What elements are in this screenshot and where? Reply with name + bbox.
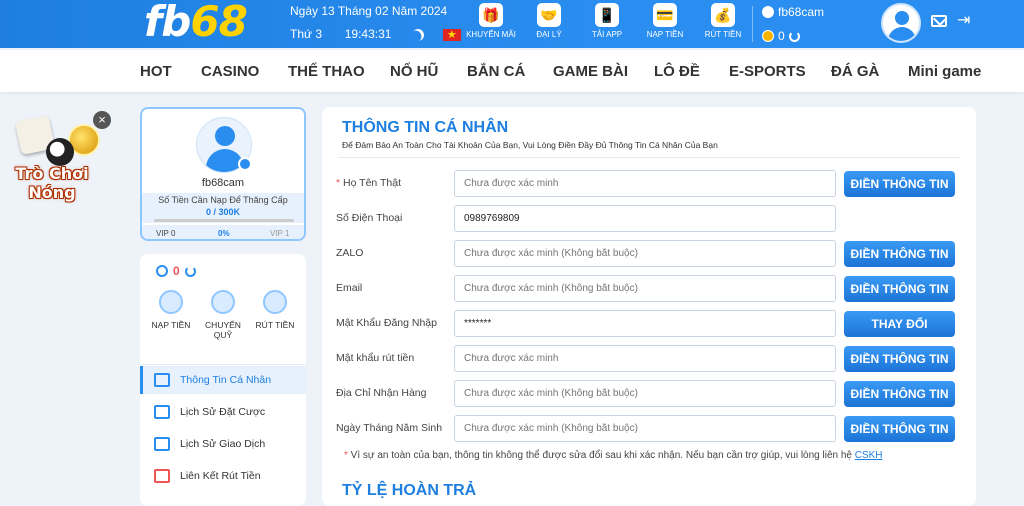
promo-close-icon[interactable]: × — [93, 111, 111, 129]
nav-hot[interactable]: HOT — [140, 63, 172, 80]
download-app-button[interactable]: 📱 TẢI APP — [578, 3, 636, 39]
logout-icon[interactable]: ⇥ — [957, 12, 975, 30]
birthday-label: Ngày Tháng Năm Sinh — [336, 422, 443, 434]
account-summary: fb68cam 0 — [762, 3, 824, 45]
deposit-button[interactable]: 💳 NẠP TIỀN — [636, 3, 694, 39]
fill-birthday-button[interactable]: ĐIỀN THÔNG TIN — [844, 416, 955, 442]
history-icon — [154, 437, 170, 451]
full-name-field[interactable] — [454, 170, 836, 197]
gift-icon: 🎁 — [479, 3, 503, 27]
edit-avatar-icon[interactable] — [238, 157, 252, 171]
header-username[interactable]: fb68cam — [778, 3, 824, 21]
phone-download-icon: 📱 — [595, 3, 619, 27]
fill-full-name-button[interactable]: ĐIỀN THÔNG TIN — [844, 171, 955, 197]
change-password-button[interactable]: THAY ĐỔI — [844, 311, 955, 337]
support-link[interactable]: CSKH — [855, 450, 883, 461]
user-icon — [762, 6, 774, 18]
document-icon — [154, 405, 170, 419]
promotion-button[interactable]: 🎁 KHUYẾN MÃI — [462, 3, 520, 39]
mail-icon[interactable] — [931, 15, 947, 27]
wallet-balance: 0 — [156, 264, 196, 278]
wallet-deposit-button[interactable]: NẠP TIỀN — [146, 290, 196, 340]
wallet-icon — [159, 290, 183, 314]
money-bag-icon — [263, 290, 287, 314]
nav-fishing[interactable]: BẮN CÁ — [467, 63, 525, 80]
profile-card: fb68cam Số Tiền Cần Nạp Để Thăng Cấp 0 /… — [140, 107, 306, 241]
withdraw-password-label: Mật khẩu rút tiền — [336, 352, 415, 364]
email-label: Email — [336, 282, 363, 294]
transfer-icon — [211, 290, 235, 314]
header-divider — [752, 6, 753, 42]
address-field[interactable] — [454, 380, 836, 407]
full-name-label: * Họ Tên Thật — [336, 177, 401, 189]
money-bag-icon: 💰 — [711, 3, 735, 27]
fill-email-button[interactable]: ĐIỀN THÔNG TIN — [844, 276, 955, 302]
menu-withdraw-link[interactable]: Liên Kết Rút Tiền — [140, 462, 306, 490]
menu-transaction-history[interactable]: Lịch Sử Giao Dịch — [140, 430, 306, 458]
wallet-withdraw-button[interactable]: RÚT TIỀN — [250, 290, 300, 340]
nav-slots[interactable]: NỔ HŨ — [390, 63, 438, 80]
hot-games-promo[interactable]: Trò Chơi Nóng — [10, 112, 104, 216]
nav-casino[interactable]: CASINO — [201, 63, 259, 80]
refresh-balance-icon[interactable] — [788, 30, 800, 42]
login-password-label: Mật Khẩu Đăng Nhập — [336, 317, 437, 329]
page-title: THÔNG TIN CÁ NHÂN — [342, 119, 509, 136]
login-password-field[interactable] — [454, 310, 836, 337]
page-subtitle: Để Đảm Bảo An Toàn Cho Tài Khoản Của Bạn… — [342, 140, 718, 150]
vietnam-flag-icon[interactable] — [442, 27, 461, 43]
zalo-field[interactable] — [454, 240, 836, 267]
menu-personal-info[interactable]: Thông Tin Cá Nhân — [140, 366, 306, 394]
upgrade-progress-text: 0 / 300K — [205, 207, 241, 217]
phone-field[interactable] — [454, 205, 836, 232]
nav-cockfight[interactable]: ĐÁ GÀ — [831, 63, 879, 80]
clock-text: 19:43:31 — [344, 27, 392, 41]
nav-sports[interactable]: THỂ THAO — [288, 63, 365, 80]
zalo-label: ZALO — [336, 247, 364, 259]
nav-esports[interactable]: E-SPORTS — [729, 63, 806, 80]
email-field[interactable] — [454, 275, 836, 302]
main-nav: HOT CASINO THỂ THAO NỔ HŨ BẮN CÁ GAME BÀ… — [0, 50, 1024, 92]
id-card-icon — [154, 373, 170, 387]
phone-label: Số Điện Thoại — [336, 212, 403, 224]
header-balance: 0 — [778, 29, 785, 43]
wallet-transfer-button[interactable]: CHUYỂN QUỸ — [198, 290, 248, 340]
fill-address-button[interactable]: ĐIỀN THÔNG TIN — [844, 381, 955, 407]
vip-next-badge: VIP 1 — [270, 229, 290, 238]
fill-zalo-button[interactable]: ĐIỀN THÔNG TIN — [844, 241, 955, 267]
header-quick-actions: 🎁 KHUYẾN MÃI 🤝 ĐẠI LÝ 📱 TẢI APP 💳 NẠP TI… — [462, 3, 752, 39]
billiard-ball-icon — [46, 138, 74, 166]
date-text: Ngày 13 Tháng 02 Năm 2024 — [290, 4, 448, 18]
date-time-box: Ngày 13 Tháng 02 Năm 2024 Thứ 3 19:43:31 — [290, 3, 461, 43]
handshake-icon: 🤝 — [537, 3, 561, 27]
upgrade-hint: Số Tiền Cần Nạp Để Thăng Cấp — [158, 195, 288, 205]
nav-mini-game[interactable]: Mini game — [908, 63, 981, 80]
fb68-logo[interactable]: fb68 — [144, 0, 248, 46]
refresh-icon[interactable] — [184, 265, 196, 277]
weekday-text: Thứ 3 — [290, 27, 323, 41]
coin-icon — [156, 265, 168, 277]
personal-info-panel: THÔNG TIN CÁ NHÂN Để Đảm Bảo An Toàn Cho… — [322, 107, 976, 506]
nav-lottery[interactable]: LÔ ĐỀ — [654, 63, 700, 80]
address-label: Địa Chỉ Nhận Hàng — [336, 387, 427, 399]
card-link-icon — [154, 469, 170, 483]
menu-bet-history[interactable]: Lịch Sử Đặt Cược — [140, 398, 306, 426]
top-header: fb68 Ngày 13 Tháng 02 Năm 2024 Thứ 3 19:… — [0, 0, 1024, 48]
safety-notice: * Vì sự an toàn của bạn, thông tin không… — [344, 450, 883, 461]
vip-progress-bar — [154, 219, 294, 222]
header-avatar[interactable] — [881, 3, 921, 43]
fill-withdraw-password-button[interactable]: ĐIỀN THÔNG TIN — [844, 346, 955, 372]
withdraw-password-field[interactable] — [454, 345, 836, 372]
vip-percent: 0% — [218, 229, 230, 238]
rebate-section-title: TỶ LỆ HOÀN TRẢ — [342, 482, 477, 499]
vip-current-badge: VIP 0 — [156, 229, 176, 238]
birthday-field[interactable] — [454, 415, 836, 442]
wallet-card: 0 NẠP TIỀN CHUYỂN QUỸ RÚT TIỀN Thông Tin… — [140, 254, 306, 506]
coin-icon — [762, 30, 774, 42]
agent-button[interactable]: 🤝 ĐẠI LÝ — [520, 3, 578, 39]
nav-card-games[interactable]: GAME BÀI — [553, 63, 628, 80]
profile-username: fb68cam — [201, 177, 245, 189]
moon-icon[interactable] — [410, 27, 426, 43]
wallet-icon: 💳 — [653, 3, 677, 27]
withdraw-button[interactable]: 💰 RÚT TIỀN — [694, 3, 752, 39]
